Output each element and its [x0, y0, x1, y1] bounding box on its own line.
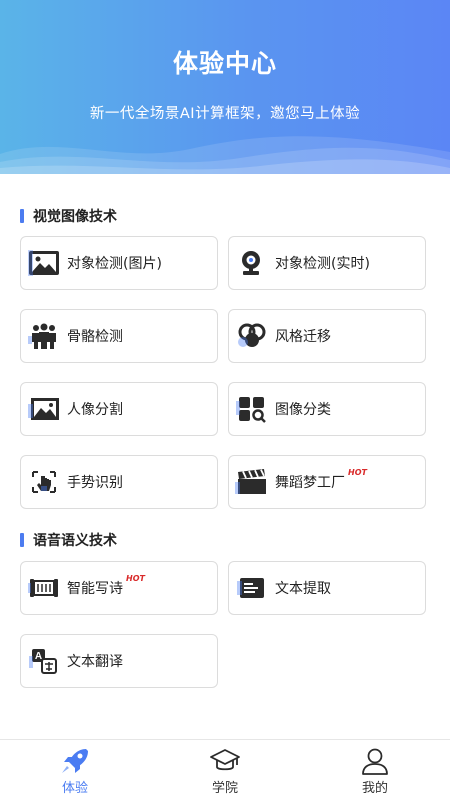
card-image-classification[interactable]: 图像分类: [228, 382, 426, 436]
user-icon: [358, 747, 392, 775]
section-title-speech: 语音语义技术: [20, 531, 117, 549]
webcam-icon: [235, 248, 269, 278]
card-dance-factory[interactable]: 舞蹈梦工厂 HOT: [228, 455, 426, 509]
translate-icon: A: [27, 646, 61, 676]
wave-decoration: [0, 136, 450, 174]
people-group-icon: [27, 321, 61, 351]
card-object-detection-realtime[interactable]: 对象检测(实时): [228, 236, 426, 290]
card-skeleton-detection[interactable]: 骨骼检测: [20, 309, 218, 363]
card-label: 骨骼检测: [67, 329, 123, 345]
card-label: 智能写诗: [67, 581, 123, 597]
hand-gesture-icon: [27, 467, 61, 497]
card-text-extraction[interactable]: 文本提取: [228, 561, 426, 615]
hot-badge: HOT: [126, 573, 145, 583]
card-label: 手势识别: [67, 475, 123, 491]
card-label: 风格迁移: [275, 329, 331, 345]
card-portrait-segmentation[interactable]: 人像分割: [20, 382, 218, 436]
card-label: 文本提取: [275, 581, 331, 597]
tab-mine[interactable]: 我的: [300, 740, 450, 800]
rocket-icon: [58, 747, 92, 775]
header-banner: 体验中心 新一代全场景AI计算框架，邀您马上体验: [0, 0, 450, 174]
portrait-image-icon: [27, 394, 61, 424]
card-label: 对象检测(实时): [275, 256, 370, 272]
hot-badge: HOT: [348, 467, 367, 477]
tab-experience[interactable]: 体验: [0, 740, 150, 800]
page-subtitle: 新一代全场景AI计算框架，邀您马上体验: [89, 106, 361, 122]
card-poem-writing[interactable]: 智能写诗 HOT: [20, 561, 218, 615]
text-document-icon: [235, 573, 269, 603]
section-title-vision: 视觉图像技术: [20, 207, 117, 225]
card-gesture-recognition[interactable]: 手势识别: [20, 455, 218, 509]
style-circles-icon: [235, 321, 269, 351]
section-accent-bar: [20, 209, 24, 223]
tab-label: 体验: [61, 781, 88, 796]
tab-academy[interactable]: 学院: [150, 740, 300, 800]
tab-label: 我的: [361, 781, 388, 796]
card-text-translation[interactable]: A 文本翻译: [20, 634, 218, 688]
section-title-text: 语音语义技术: [33, 533, 117, 549]
card-style-transfer[interactable]: 风格迁移: [228, 309, 426, 363]
page-title: 体验中心: [172, 49, 277, 78]
bottom-tab-bar: 体验 学院 我的: [0, 739, 450, 800]
card-label: 舞蹈梦工厂: [275, 475, 345, 491]
grid-search-icon: [235, 394, 269, 424]
svg-text:A: A: [35, 651, 42, 662]
clapperboard-icon: [235, 467, 269, 497]
card-label: 对象检测(图片): [67, 256, 162, 272]
image-icon: [27, 248, 61, 278]
graduation-cap-icon: [208, 747, 242, 775]
card-object-detection-image[interactable]: 对象检测(图片): [20, 236, 218, 290]
section-title-text: 视觉图像技术: [33, 209, 117, 225]
card-label: 图像分类: [275, 402, 331, 418]
tab-label: 学院: [211, 781, 238, 796]
poem-scroll-icon: [27, 573, 61, 603]
section-accent-bar: [20, 533, 24, 547]
card-label: 人像分割: [67, 402, 123, 418]
card-label: 文本翻译: [67, 654, 123, 670]
